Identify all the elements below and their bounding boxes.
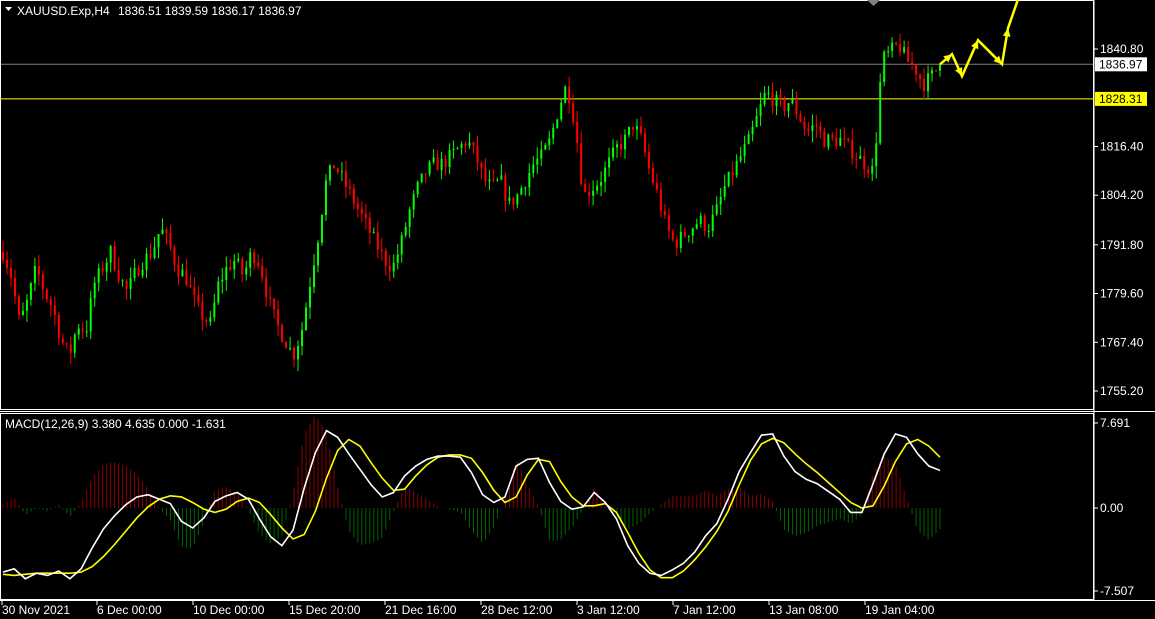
ohlc-values: 1836.51 1839.59 1836.17 1836.97 xyxy=(118,4,302,18)
candle xyxy=(332,165,335,169)
time-axis-label: 6 Dec 00:00 xyxy=(97,603,162,617)
level-price-tag-text: 1828.31 xyxy=(1099,92,1143,106)
candle xyxy=(320,214,323,246)
time-axis-label: 28 Dec 12:00 xyxy=(481,603,553,617)
candle xyxy=(324,173,327,221)
time-axis-label: 3 Jan 12:00 xyxy=(577,603,640,617)
candle xyxy=(281,323,284,343)
time-axis-label: 13 Jan 08:00 xyxy=(769,603,839,617)
macd-tick-label: 0.00 xyxy=(1100,501,1124,515)
price-tick-label: 1804.20 xyxy=(1100,188,1144,202)
price-tick-label: 1840.80 xyxy=(1100,42,1144,56)
candle xyxy=(883,49,886,87)
candle xyxy=(564,85,567,104)
current-price-tag-text: 1836.97 xyxy=(1099,57,1143,71)
macd-indicator-label: MACD(12,26,9) 3.380 4.635 0.000 -1.631 xyxy=(5,417,226,431)
price-tick-label: 1816.40 xyxy=(1100,139,1144,153)
time-axis-label: 7 Jan 12:00 xyxy=(673,603,736,617)
candle xyxy=(879,73,882,146)
candle xyxy=(556,118,559,129)
time-axis-label: 15 Dec 20:00 xyxy=(289,603,361,617)
time-axis-label: 19 Jan 04:00 xyxy=(865,603,935,617)
candle xyxy=(285,340,288,349)
price-tick-label: 1755.20 xyxy=(1100,384,1144,398)
macd-tick-label: -7.507 xyxy=(1100,584,1134,598)
time-axis-label: 21 Dec 16:00 xyxy=(385,603,457,617)
chart-window[interactable]: XAUUSD.Exp,H4 1836.51 1839.59 1836.17 18… xyxy=(0,0,1155,619)
price-tick-label: 1767.40 xyxy=(1100,335,1144,349)
time-axis-label: 30 Nov 2021 xyxy=(2,603,70,617)
price-tick-label: 1791.80 xyxy=(1100,238,1144,252)
symbol-label: XAUUSD.Exp,H4 xyxy=(17,4,110,18)
time-axis-label: 10 Dec 00:00 xyxy=(193,603,265,617)
macd-tick-label: 7.691 xyxy=(1100,416,1130,430)
candle xyxy=(727,171,730,188)
price-tick-label: 1779.60 xyxy=(1100,287,1144,301)
